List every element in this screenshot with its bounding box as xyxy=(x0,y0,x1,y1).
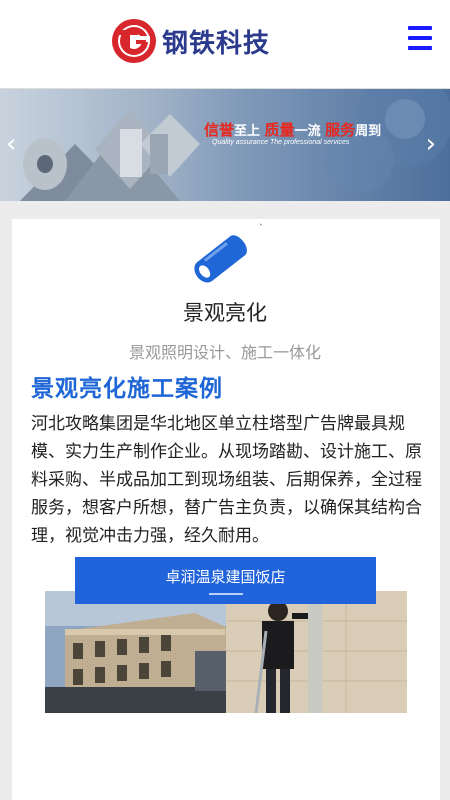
tab-underline xyxy=(209,593,243,595)
project-name-tab[interactable]: 卓润温泉建国饭店 xyxy=(75,557,376,604)
worker-photo xyxy=(226,591,407,713)
banner-prev-arrow[interactable]: ‹ xyxy=(6,129,16,159)
site-header: 钢铁科技 xyxy=(0,0,450,89)
tick-mark: ` xyxy=(259,224,264,234)
project-name-label: 卓润温泉建国饭店 xyxy=(165,568,286,586)
case-heading: 景观亮化施工案例 xyxy=(31,376,223,402)
section-description: 河北攻略集团是华北地区单立柱塔型广告牌最具规模、实力生产制作企业。从现场踏勘、设… xyxy=(31,414,422,546)
banner-slogan-english: Quality assurance The professional servi… xyxy=(212,139,350,146)
banner-next-arrow[interactable]: › xyxy=(426,129,436,159)
hamburger-menu-icon[interactable] xyxy=(408,26,432,50)
section-subtitle: 景观照明设计、施工一体化 xyxy=(128,343,321,362)
hero-banner[interactable]: ‹ › 信誉至上 质量一流 服务周到 Quality assurance The… xyxy=(0,89,450,201)
tg-logo-icon xyxy=(112,19,156,63)
banner-slogan: 信誉至上 质量一流 服务周到 xyxy=(204,121,382,139)
pipe-icon xyxy=(194,235,247,283)
logo-text: 钢铁科技 xyxy=(162,28,271,59)
building-photo xyxy=(45,591,226,713)
project-photos[interactable] xyxy=(45,591,407,713)
section-title: 景观亮化 xyxy=(183,301,267,325)
site-logo[interactable]: 钢铁科技 xyxy=(110,17,270,65)
